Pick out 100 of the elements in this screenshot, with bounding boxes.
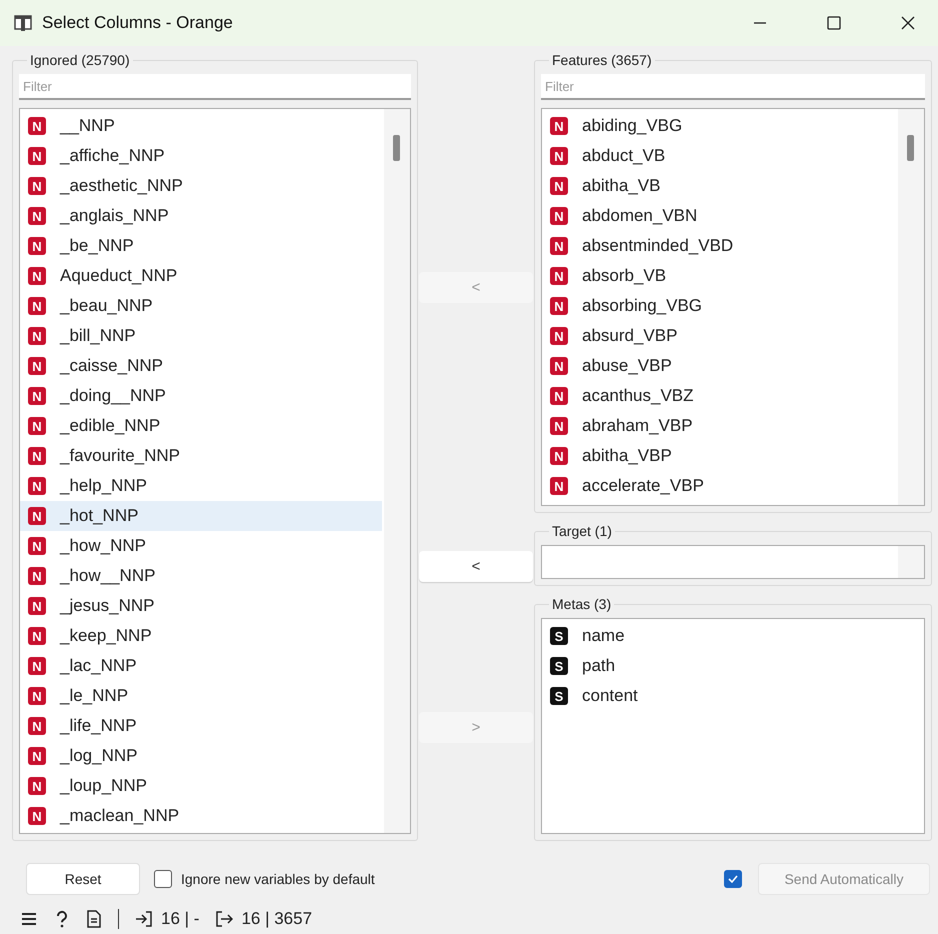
- type-badge: N: [28, 237, 46, 255]
- group-title: Ignored (25790): [29, 52, 131, 68]
- group-title: Features (3657): [551, 52, 653, 68]
- list-item[interactable]: S name: [542, 621, 922, 651]
- list-item[interactable]: N _favourite_NNP: [20, 441, 382, 471]
- scrollbar-thumb[interactable]: [907, 135, 914, 161]
- item-label: _how__NNP: [60, 566, 156, 586]
- item-label: _edible_NNP: [60, 416, 160, 436]
- document-icon[interactable]: [86, 910, 102, 928]
- window-icon: [14, 14, 32, 32]
- help-icon[interactable]: [54, 910, 70, 928]
- item-label: absurd_VBP: [582, 326, 678, 346]
- list-item[interactable]: N abduct_VB: [542, 141, 896, 171]
- type-badge: N: [28, 747, 46, 765]
- type-badge: N: [550, 237, 568, 255]
- item-label: abitha_VBP: [582, 446, 672, 466]
- list-item[interactable]: N _hot_NNP: [20, 501, 382, 531]
- item-label: _beau_NNP: [60, 296, 153, 316]
- move-button[interactable]: <: [419, 551, 533, 582]
- type-badge: N: [550, 477, 568, 495]
- item-label: _jesus_NNP: [60, 596, 154, 616]
- list-item[interactable]: N _caisse_NNP: [20, 351, 382, 381]
- filter-field[interactable]: Filter: [19, 74, 411, 100]
- checkbox-label: Ignore new variables by default: [181, 871, 375, 887]
- type-badge: N: [28, 177, 46, 195]
- list-item[interactable]: N _anglais_NNP: [20, 201, 382, 231]
- list-item[interactable]: N acanthus_VBZ: [542, 381, 896, 411]
- type-badge: N: [28, 387, 46, 405]
- item-label: absentminded_VBD: [582, 236, 734, 256]
- list-item[interactable]: N _how__NNP: [20, 561, 382, 591]
- list-item[interactable]: N _affiche_NNP: [20, 141, 382, 171]
- list-item[interactable]: S content: [542, 681, 922, 711]
- list-item[interactable]: N _help_NNP: [20, 471, 382, 501]
- list-item[interactable]: N abitha_VB: [542, 171, 896, 201]
- item-label: abiding_VBG: [582, 116, 682, 136]
- list-item[interactable]: N _doing__NNP: [20, 381, 382, 411]
- list-item[interactable]: N accelerate_VBP: [542, 471, 896, 501]
- list-item[interactable]: N abitha_VBP: [542, 441, 896, 471]
- type-badge: N: [550, 327, 568, 345]
- type-badge: N: [550, 177, 568, 195]
- list-item[interactable]: N _jesus_NNP: [20, 591, 382, 621]
- type-badge: N: [550, 267, 568, 285]
- list-item[interactable]: N absurd_VBP: [542, 321, 896, 351]
- type-badge: S: [550, 687, 568, 705]
- list-item[interactable]: N _edible_NNP: [20, 411, 382, 441]
- output-summary: 16 | 3657: [241, 909, 312, 929]
- item-label: _maclean_NNP: [60, 806, 180, 826]
- type-badge: N: [28, 717, 46, 735]
- type-badge: N: [28, 357, 46, 375]
- checkbox[interactable]: [154, 870, 172, 888]
- list-item[interactable]: N abdomen_VBN: [542, 201, 896, 231]
- type-badge: N: [28, 117, 46, 135]
- type-badge: S: [550, 657, 568, 675]
- list-item[interactable]: N _loup_NNP: [20, 771, 382, 801]
- type-badge: N: [28, 657, 46, 675]
- close-icon[interactable]: [900, 15, 916, 31]
- type-badge: N: [550, 147, 568, 165]
- list-item[interactable]: N abraham_VBP: [542, 411, 896, 441]
- list-item[interactable]: N _life_NNP: [20, 711, 382, 741]
- filter-field[interactable]: Filter: [541, 74, 925, 100]
- type-badge: N: [28, 147, 46, 165]
- list-item[interactable]: N _how_NNP: [20, 531, 382, 561]
- list-item[interactable]: N _aesthetic_NNP: [20, 171, 382, 201]
- reset-button[interactable]: Reset: [26, 863, 140, 895]
- type-badge: N: [550, 417, 568, 435]
- type-badge: N: [550, 207, 568, 225]
- list-item[interactable]: S path: [542, 651, 922, 681]
- item-label: abraham_VBP: [582, 416, 693, 436]
- item-label: _keep_NNP: [60, 626, 152, 646]
- item-label: __NNP: [60, 116, 115, 136]
- menu-icon[interactable]: [20, 911, 38, 927]
- list-item[interactable]: N _beau_NNP: [20, 291, 382, 321]
- list-item[interactable]: N __NNP: [20, 111, 382, 141]
- type-badge: N: [28, 327, 46, 345]
- list-item[interactable]: N _le_NNP: [20, 681, 382, 711]
- list-item[interactable]: N absorb_VB: [542, 261, 896, 291]
- list-item[interactable]: N Aqueduct_NNP: [20, 261, 382, 291]
- type-badge: N: [28, 597, 46, 615]
- list-item[interactable]: N _maclean_NNP: [20, 801, 382, 831]
- list-item[interactable]: N _bill_NNP: [20, 321, 382, 351]
- list-item[interactable]: N absorbing_VBG: [542, 291, 896, 321]
- list-item[interactable]: N _keep_NNP: [20, 621, 382, 651]
- item-label: _help_NNP: [60, 476, 147, 496]
- scrollbar-thumb[interactable]: [393, 135, 400, 161]
- list-item[interactable]: N abuse_VBP: [542, 351, 896, 381]
- item-label: name: [582, 626, 625, 646]
- list-item[interactable]: N _be_NNP: [20, 231, 382, 261]
- type-badge: N: [550, 447, 568, 465]
- item-label: absorbing_VBG: [582, 296, 702, 316]
- list-item[interactable]: N abiding_VBG: [542, 111, 896, 141]
- item-label: _doing__NNP: [60, 386, 166, 406]
- item-label: _affiche_NNP: [60, 146, 165, 166]
- list-item[interactable]: N absentminded_VBD: [542, 231, 896, 261]
- maximize-icon[interactable]: [826, 15, 842, 31]
- item-label: _hot_NNP: [60, 506, 138, 526]
- window-title: Select Columns - Orange: [42, 13, 233, 33]
- item-label: abdomen_VBN: [582, 206, 698, 226]
- type-badge: N: [28, 687, 46, 705]
- list-item[interactable]: N _lac_NNP: [20, 651, 382, 681]
- list-item[interactable]: N _log_NNP: [20, 741, 382, 771]
